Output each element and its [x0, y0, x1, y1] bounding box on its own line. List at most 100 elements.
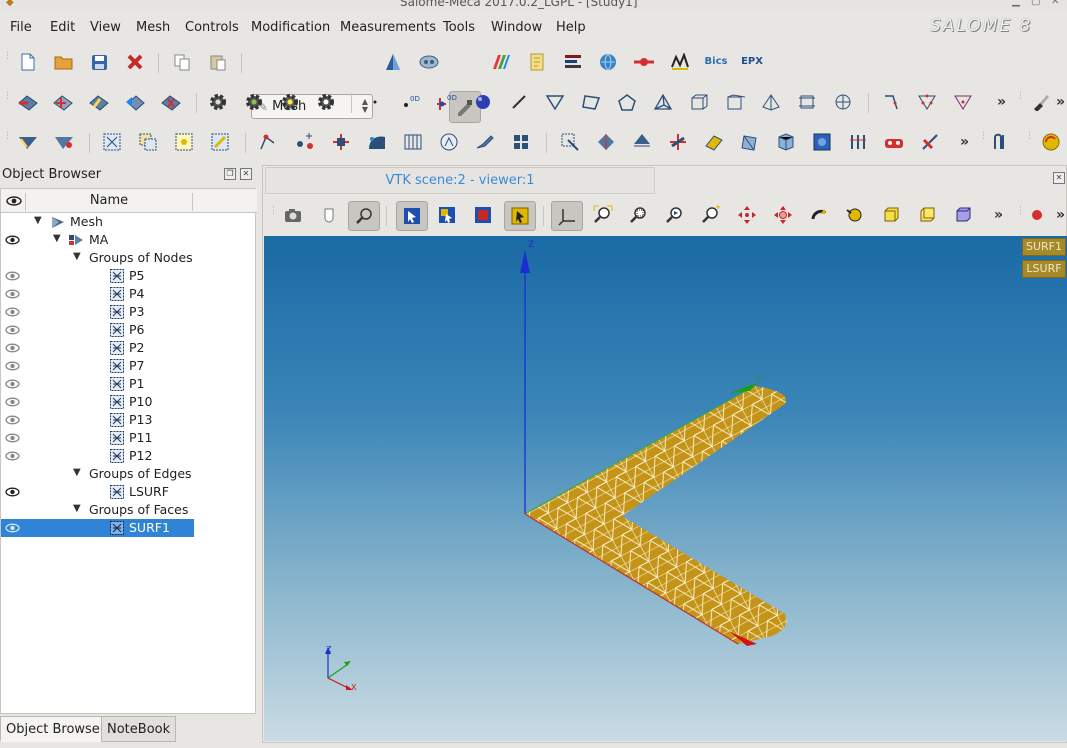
node-icon[interactable]	[364, 91, 386, 113]
move-node-icon[interactable]	[330, 131, 352, 153]
measure-icon[interactable]	[990, 131, 1012, 153]
hex-prism-icon[interactable]	[796, 91, 818, 113]
tree-item-group-p7[interactable]: P7	[1, 357, 257, 375]
toolbar-overflow-icon-3[interactable]: »	[960, 134, 969, 150]
viewer-tab[interactable]: VTK scene:2 - viewer:1	[265, 167, 655, 194]
extrusion-icon[interactable]	[474, 131, 496, 153]
visibility-eye-icon[interactable]	[5, 414, 20, 426]
toolbar-grip[interactable]: ⋮	[3, 92, 12, 101]
interaction-style-icon[interactable]	[318, 204, 340, 226]
rotation-point-icon[interactable]	[844, 204, 866, 226]
close-window-icon[interactable]: ✕	[1051, 0, 1059, 7]
visibility-eye-icon[interactable]	[5, 306, 20, 318]
close-panel-icon[interactable]: ✕	[240, 168, 252, 180]
remove-node-icon[interactable]	[294, 131, 316, 153]
name-column-header[interactable]: Name	[25, 193, 193, 211]
tree-item-group-p4[interactable]: P4	[1, 285, 257, 303]
tree-item-group-p11[interactable]: P11	[1, 429, 257, 447]
compute-mesh-icon[interactable]	[160, 91, 182, 113]
pyramid-icon[interactable]	[760, 91, 782, 113]
visibility-eye-icon[interactable]	[5, 522, 20, 534]
visibility-eye-icon[interactable]	[5, 378, 20, 390]
pan-icon[interactable]	[736, 204, 758, 226]
epx-module-icon[interactable]: EPX	[741, 51, 763, 73]
toolbar-overflow-icon-2[interactable]: »	[1056, 94, 1065, 110]
point-selection-icon[interactable]	[472, 204, 494, 226]
toolbar-grip[interactable]: ⋮	[1016, 207, 1025, 216]
fit-all-icon[interactable]	[592, 204, 614, 226]
tree-item-group-p5[interactable]: P5	[1, 267, 257, 285]
tree-item-group-p6[interactable]: P6	[1, 321, 257, 339]
close-viewer-icon[interactable]: ✕	[1053, 172, 1065, 184]
select-group-icon[interactable]	[101, 131, 123, 153]
menu-help[interactable]: Help	[556, 20, 586, 35]
tree-item-group-p1[interactable]: P1	[1, 375, 257, 393]
menu-edit[interactable]: Edit	[50, 20, 75, 35]
collapse-arrow-icon[interactable]: ▼	[34, 215, 42, 226]
merge-nodes-icon[interactable]	[366, 131, 388, 153]
viewer-toolbar-overflow-icon[interactable]: »	[994, 207, 1003, 223]
visibility-eye-icon[interactable]	[5, 486, 20, 498]
mesh-surface-l-shape[interactable]	[524, 385, 787, 645]
visibility-column-eye-icon[interactable]	[6, 193, 22, 209]
scale-icon[interactable]	[667, 131, 689, 153]
toolbar-grip[interactable]: ⋮	[1025, 132, 1034, 141]
tab-notebook[interactable]: NoteBook	[101, 716, 177, 742]
gear-preview-icon[interactable]	[279, 91, 301, 113]
gear-evaluate-icon[interactable]	[243, 91, 265, 113]
show-trihedron-icon[interactable]	[551, 201, 583, 231]
diagonal-inversion-icon[interactable]	[402, 131, 424, 153]
new-document-icon[interactable]	[17, 51, 39, 73]
quadratic-quad-icon[interactable]	[952, 91, 974, 113]
bics-module-icon[interactable]: Bics	[705, 51, 728, 73]
visibility-eye-icon[interactable]	[5, 234, 20, 246]
menu-controls[interactable]: Controls	[185, 20, 239, 35]
brush-icon[interactable]	[1030, 91, 1052, 113]
visibility-eye-icon[interactable]	[5, 360, 20, 372]
tree-item-group-lsurf[interactable]: LSURF	[1, 483, 257, 501]
refresh-icon[interactable]	[1040, 131, 1062, 153]
rotation-icon[interactable]	[595, 131, 617, 153]
create-mesh-icon[interactable]	[17, 91, 39, 113]
tree-item-mesh-ma[interactable]: ▼ MA	[1, 231, 257, 249]
vtk-3d-scene[interactable]: Z Y Z X SURF1 LSURF	[264, 236, 1067, 741]
toolbar-grip[interactable]: ⋮	[3, 52, 12, 61]
add-node-icon[interactable]	[258, 131, 280, 153]
maximize-icon[interactable]: ▢	[1031, 0, 1040, 7]
menu-measurements[interactable]: Measurements	[340, 20, 436, 35]
tree-item-mesh-component[interactable]: ▼ Mesh	[1, 213, 257, 231]
polygon-element-icon[interactable]	[616, 91, 638, 113]
quadratic-edge-icon[interactable]	[880, 91, 902, 113]
toolbar-grip[interactable]: ⋮	[979, 132, 988, 141]
rotate-icon[interactable]	[808, 204, 830, 226]
global-pan-icon[interactable]	[772, 204, 794, 226]
polygon-selection-icon[interactable]	[436, 204, 458, 226]
visibility-eye-icon[interactable]	[5, 288, 20, 300]
menu-view[interactable]: View	[90, 20, 121, 35]
menu-mesh[interactable]: Mesh	[136, 20, 170, 35]
globe-module-icon[interactable]	[597, 51, 619, 73]
tree-item-group-p10[interactable]: P10	[1, 393, 257, 411]
script-module-icon[interactable]	[526, 51, 548, 73]
menu-window[interactable]: Window	[491, 20, 542, 35]
top-view-icon[interactable]	[952, 204, 974, 226]
visibility-eye-icon[interactable]	[5, 396, 20, 408]
edit-group-icon[interactable]	[209, 131, 231, 153]
open-folder-icon[interactable]	[53, 51, 75, 73]
mesh-info-icon[interactable]	[53, 131, 75, 153]
create-submesh-icon[interactable]	[52, 91, 74, 113]
tree-item-groups-of-edges[interactable]: ▼ Groups of Edges	[1, 465, 257, 483]
rectangle-selection-icon[interactable]	[396, 201, 428, 231]
fit-selection-icon[interactable]	[664, 204, 686, 226]
collapse-arrow-icon[interactable]: ▼	[73, 503, 81, 514]
tree-item-group-p13[interactable]: P13	[1, 411, 257, 429]
eficas-module-icon[interactable]	[669, 51, 691, 73]
fit-area-icon[interactable]	[628, 204, 650, 226]
tree-item-groups-of-nodes[interactable]: ▼ Groups of Nodes	[1, 249, 257, 267]
import-mesh-icon[interactable]	[124, 91, 146, 113]
tetrahedron-icon[interactable]	[652, 91, 674, 113]
sewing-icon[interactable]	[883, 131, 905, 153]
gear-icon[interactable]	[207, 91, 229, 113]
save-icon[interactable]	[88, 51, 110, 73]
0d-element-icon[interactable]: 0D	[400, 91, 422, 113]
